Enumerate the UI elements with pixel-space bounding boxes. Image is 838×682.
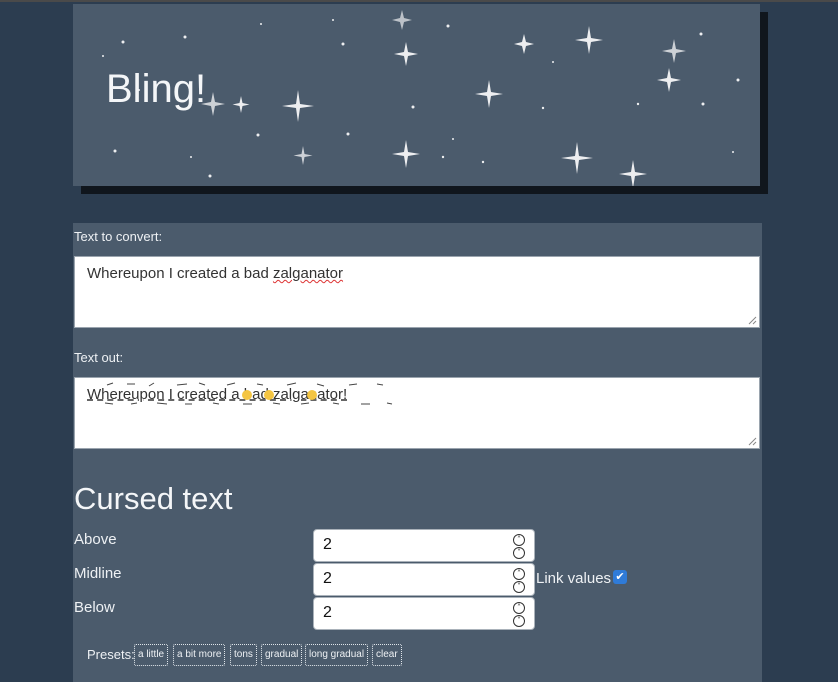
window-top-border (0, 0, 838, 2)
output-textarea[interactable]: Whereupon I created a bad zalganator! (74, 377, 760, 449)
link-values-label: Link values (536, 570, 612, 587)
header-banner: Bling! (73, 4, 760, 186)
preset-tons-button[interactable]: tons (230, 644, 257, 666)
checkmark-icon: ✔ (615, 570, 625, 583)
input-misspelled-word: zalganator (272, 265, 344, 282)
spin-down-icon[interactable]: ˅ (513, 581, 525, 593)
below-label: Below (74, 599, 115, 616)
above-value: 2 (323, 536, 332, 553)
input-label: Text to convert: (74, 229, 163, 244)
preset-long-gradual-button[interactable]: long gradual (305, 644, 369, 666)
spin-up-icon[interactable]: ˄ (513, 602, 525, 614)
output-text: Whereupon I created a bad zalganator! (87, 382, 393, 405)
presets-label: Presets: (87, 647, 135, 662)
midline-value: 2 (323, 570, 332, 587)
output-label: Text out: (74, 350, 124, 365)
preset-a-little-button[interactable]: a little (134, 644, 169, 666)
spin-down-icon[interactable]: ˅ (513, 615, 525, 627)
input-text: Whereupon I created a bad (87, 265, 273, 282)
midline-input[interactable]: 2 ˄ ˅ (313, 563, 535, 596)
resize-grip-icon[interactable] (748, 437, 757, 446)
midline-label: Midline (74, 565, 122, 582)
preset-gradual-button[interactable]: gradual (261, 644, 303, 666)
input-textarea[interactable]: Whereupon I created a bad zalganator (74, 256, 760, 328)
midline-spinner[interactable]: ˄ ˅ (513, 568, 525, 593)
app-title: Bling! (106, 67, 207, 111)
below-input[interactable]: 2 ˄ ˅ (313, 597, 535, 630)
spin-down-icon[interactable]: ˅ (513, 547, 525, 559)
cursed-text-heading: Cursed text (74, 481, 233, 516)
zalgo-marks (104, 382, 393, 405)
preset-a-bit-more-button[interactable]: a bit more (173, 644, 226, 666)
below-value: 2 (323, 604, 332, 621)
spin-up-icon[interactable]: ˄ (513, 568, 525, 580)
resize-grip-icon[interactable] (748, 316, 757, 325)
spin-up-icon[interactable]: ˄ (513, 534, 525, 546)
below-spinner[interactable]: ˄ ˅ (513, 602, 525, 627)
above-label: Above (74, 531, 117, 548)
above-spinner[interactable]: ˄ ˅ (513, 534, 525, 559)
main-panel: Text to convert: Whereupon I created a b… (73, 223, 762, 682)
link-values-checkbox[interactable]: ✔ (613, 570, 627, 584)
above-input[interactable]: 2 ˄ ˅ (313, 529, 535, 562)
preset-clear-button[interactable]: clear (372, 644, 402, 666)
